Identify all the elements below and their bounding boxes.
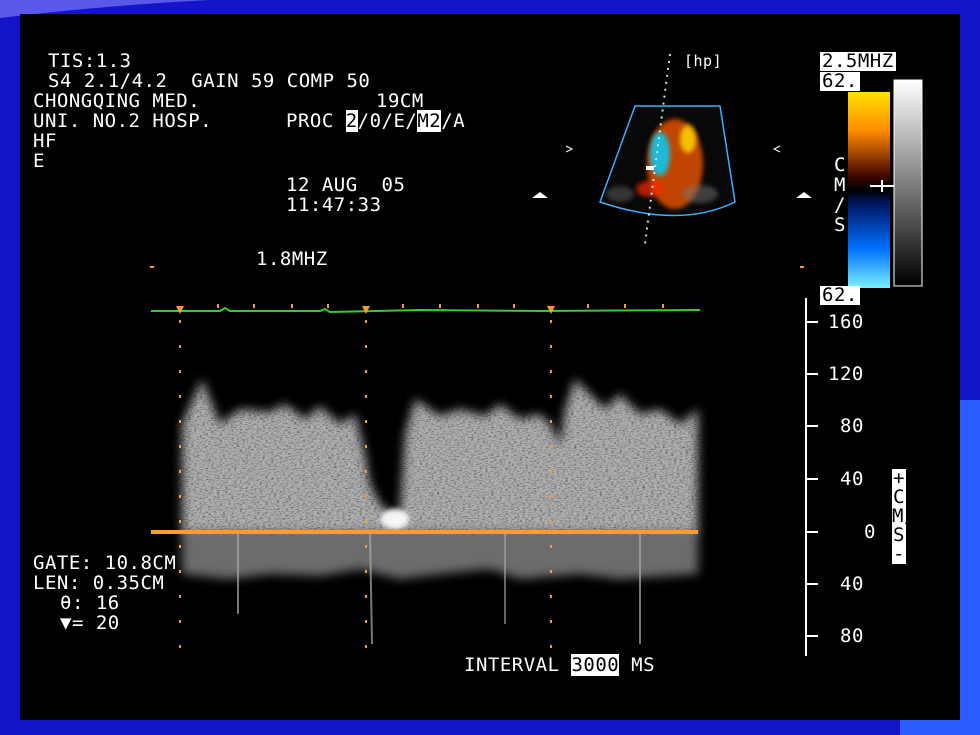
ultrasound-screen: TIS:1.3 S4 2.1/4.2 GAIN 59 COMP 50 CHONG…	[20, 14, 960, 720]
color-velocity-bar	[848, 79, 923, 288]
color-scale-top: 62.	[820, 70, 860, 92]
e-label: E	[33, 150, 45, 172]
hf-label: HF	[33, 130, 57, 152]
date-readout: 12 AUG 05	[286, 174, 406, 196]
tick-label: 40	[840, 573, 864, 595]
institution-line1: CHONGQING MED.	[33, 90, 201, 112]
color-unit-s: S	[834, 214, 846, 236]
length-readout: LEN: 0.35CM	[33, 572, 165, 594]
gate-readout: GATE: 10.8CM	[33, 552, 177, 574]
color-unit-c: C	[834, 154, 846, 176]
interval-readout: INTERVAL 3000 MS	[464, 654, 656, 676]
tis-readout: TIS:1.3	[48, 50, 132, 72]
proc-readout: PROC 2/0/E/M2/A	[286, 110, 466, 132]
probe-settings: S4 2.1/4.2 GAIN 59 COMP 50	[48, 70, 371, 92]
color-unit-slash: /	[834, 194, 846, 216]
tick-label: 160	[828, 311, 864, 333]
tick-label: 0	[864, 521, 876, 543]
interval-value: 3000	[571, 654, 620, 676]
tick-label: 80	[840, 625, 864, 647]
angle-readout: θ: 16	[60, 592, 120, 614]
triangle-readout: ▼= 20	[60, 612, 120, 634]
institution-line2: UNI. NO.2 HOSP.	[33, 110, 213, 132]
tick-label: 40	[840, 468, 864, 490]
ecg-trace	[150, 266, 804, 314]
left-marker-icon	[532, 192, 548, 198]
color-unit-m: M	[834, 174, 846, 196]
depth-readout: 19CM	[376, 90, 424, 112]
right-marker-icon	[796, 192, 812, 198]
spectral-doppler-trace	[182, 379, 698, 645]
color-doppler-sector	[532, 53, 812, 245]
color-freq: 2.5MHZ	[820, 50, 896, 72]
time-readout: 11:47:33	[286, 194, 382, 216]
velocity-axis	[805, 298, 818, 656]
tick-label: 80	[840, 415, 864, 437]
proc-value2: M2	[417, 110, 442, 132]
doppler-frequency: 1.8MHZ	[256, 248, 328, 270]
hp-badge: [hp]	[684, 52, 723, 70]
gate-marker	[646, 166, 654, 170]
proc-value1: 2	[345, 110, 358, 132]
velocity-unit-label: +CM/S-	[892, 467, 916, 565]
color-scale-bottom: 62.	[820, 284, 860, 306]
tick-label: 120	[828, 363, 864, 385]
